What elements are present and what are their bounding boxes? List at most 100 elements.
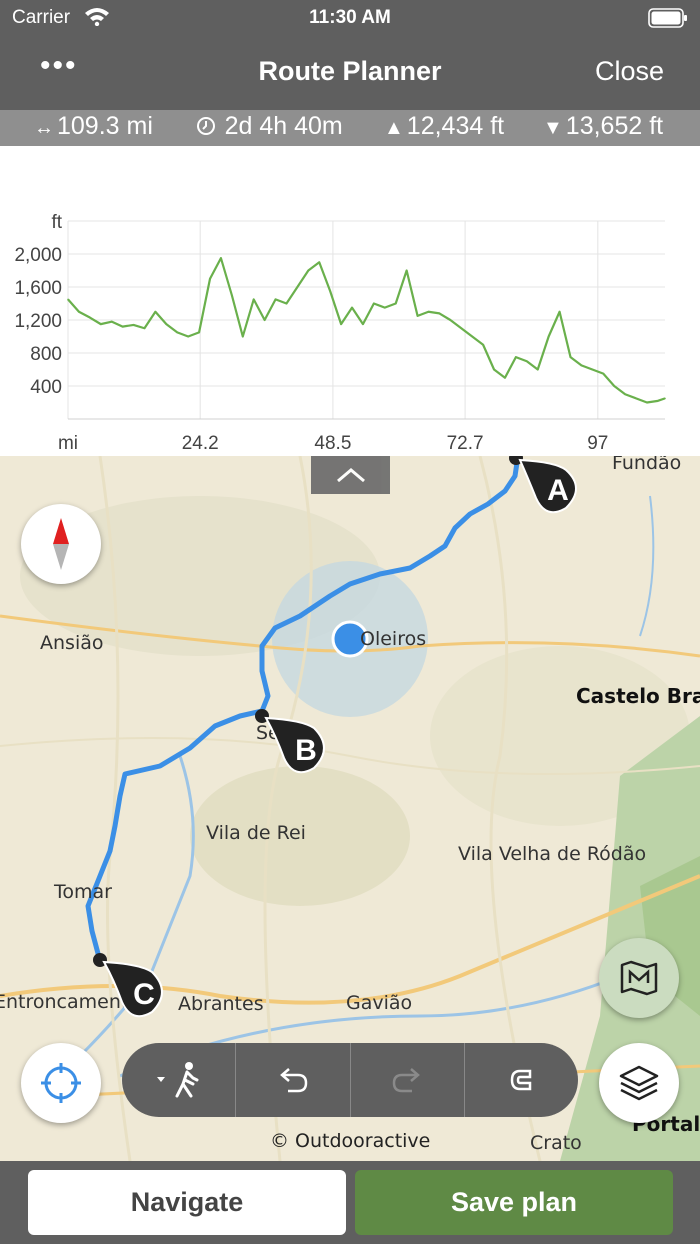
- elevation-point: [405, 269, 408, 272]
- chevron-up-icon: [336, 468, 365, 483]
- elevation-point: [373, 302, 375, 305]
- elevation-point: [132, 324, 135, 326]
- x-tick-label: mi: [58, 433, 78, 454]
- marker-c-label: C: [133, 978, 155, 1011]
- y-tick-label: 800: [30, 344, 62, 365]
- map-view[interactable]: Ansião Oleiros Castelo Bran Sertã Vila d…: [0, 456, 700, 1161]
- undo-button[interactable]: [236, 1043, 351, 1117]
- elevation-point: [329, 290, 331, 292]
- clock-icon: [196, 117, 222, 139]
- ascent-icon: ▲: [384, 117, 404, 139]
- place-label: Castelo Bran: [576, 684, 700, 708]
- elevation-point: [307, 269, 310, 272]
- elevation-point: [416, 315, 419, 317]
- elevation-point: [274, 298, 277, 301]
- elevation-point: [526, 360, 528, 363]
- save-plan-button[interactable]: Save plan: [355, 1170, 673, 1235]
- elevation-point: [89, 316, 91, 319]
- route-stats-bar: ↔ 109.3 mi 2d 4h 40m ▲ 12,434 ft ▼ 13,652 f…: [0, 110, 700, 146]
- descent-value: 13,652 ft: [565, 112, 664, 140]
- distance-icon: ↔: [34, 117, 54, 139]
- elevation-point: [110, 320, 113, 323]
- elevation-point: [340, 323, 342, 325]
- elevation-point: [285, 302, 288, 305]
- elevation-point: [187, 335, 189, 338]
- marker-b[interactable]: B: [252, 704, 342, 784]
- elevation-point: [635, 397, 637, 400]
- elevation-point: [460, 327, 463, 330]
- elevation-point: [449, 319, 452, 321]
- duration-stat: 2d 4h 40m: [196, 112, 343, 141]
- elevation-point: [318, 261, 321, 264]
- elevation-chart-svg: ft 2,000 1,600 1,200 800 400 mi 24.2 48.5 72.7 97: [14, 212, 666, 454]
- elevation-point: [646, 401, 648, 404]
- place-label: Crato: [530, 1132, 582, 1154]
- route-tools-bar: [122, 1043, 578, 1117]
- redo-button[interactable]: [351, 1043, 465, 1117]
- y-tick-label: 400: [30, 377, 62, 398]
- elevation-point: [209, 277, 211, 280]
- elevation-point: [252, 298, 255, 301]
- locate-button[interactable]: [21, 1043, 101, 1123]
- marker-b-label: B: [295, 734, 317, 767]
- y-tick-label: 1,600: [14, 278, 62, 299]
- elevation-point: [176, 331, 179, 334]
- y-tick-label: 1,200: [14, 311, 62, 332]
- place-label: Abrantes: [178, 993, 264, 1015]
- compass-button[interactable]: [21, 504, 101, 584]
- marker-a-label: A: [547, 474, 569, 507]
- elevation-series-line: [67, 257, 666, 404]
- routing-mode-button[interactable]: [122, 1043, 237, 1117]
- x-tick-label: 48.5: [314, 433, 351, 454]
- collapse-chart-button[interactable]: [311, 456, 390, 494]
- elevation-point: [143, 327, 146, 330]
- layers-button[interactable]: [599, 1043, 679, 1123]
- x-tick-label: 72.7: [447, 433, 484, 454]
- marker-c[interactable]: C: [90, 950, 180, 1030]
- redo-icon: [392, 1068, 421, 1093]
- top-bar: Carrier 11:30 AM ••• Route Planner Close: [0, 0, 700, 110]
- ascent-value: 12,434 ft: [406, 112, 505, 140]
- elevation-point: [493, 368, 495, 371]
- elevation-point: [383, 306, 386, 309]
- layers-icon: [619, 1065, 659, 1101]
- ascent-stat: ▲ 12,434 ft: [384, 112, 504, 141]
- elevation-point: [547, 335, 550, 338]
- battery-icon: [648, 8, 688, 34]
- map-style-button[interactable]: [599, 938, 679, 1018]
- elevation-point: [78, 310, 80, 313]
- elevation-point: [165, 323, 168, 325]
- undo-icon: [279, 1068, 308, 1093]
- place-label: Oleiros: [360, 628, 427, 650]
- elevation-point: [394, 302, 397, 305]
- y-axis-label: ft: [51, 212, 62, 233]
- place-label: Fundão: [612, 456, 682, 474]
- elevation-point: [602, 372, 605, 375]
- elevation-point: [427, 310, 430, 313]
- elevation-point: [504, 376, 506, 379]
- elevation-point: [664, 397, 666, 400]
- elevation-point: [154, 310, 157, 313]
- walking-icon: [156, 1062, 199, 1098]
- x-tick-label: 97: [587, 433, 608, 454]
- descent-stat: ▼ 13,652 ft: [543, 112, 663, 141]
- elevation-point: [580, 364, 583, 367]
- snap-button[interactable]: [465, 1043, 578, 1117]
- nav-bar: ••• Route Planner Close: [0, 36, 700, 110]
- navigate-button[interactable]: Navigate: [28, 1170, 346, 1235]
- map-copyright: © Outdooractive: [270, 1130, 431, 1152]
- bottom-bar: Navigate Save plan: [0, 1161, 700, 1244]
- distance-stat: ↔ 109.3 mi: [34, 112, 153, 141]
- close-button[interactable]: Close: [595, 56, 664, 87]
- y-tick-label: 2,000: [14, 245, 62, 266]
- place-label: Gavião: [346, 992, 413, 1014]
- elevation-point: [121, 325, 124, 328]
- elevation-point: [241, 335, 244, 338]
- elevation-point: [482, 343, 484, 346]
- elevation-profile-chart[interactable]: ft 2,000 1,600 1,200 800 400 mi 24.2 48.5 72.7 97: [0, 146, 700, 456]
- elevation-point: [471, 335, 473, 338]
- elevation-point: [67, 298, 69, 301]
- elevation-point: [296, 286, 299, 288]
- marker-a[interactable]: A: [506, 456, 596, 518]
- status-bar: Carrier 11:30 AM: [0, 0, 700, 36]
